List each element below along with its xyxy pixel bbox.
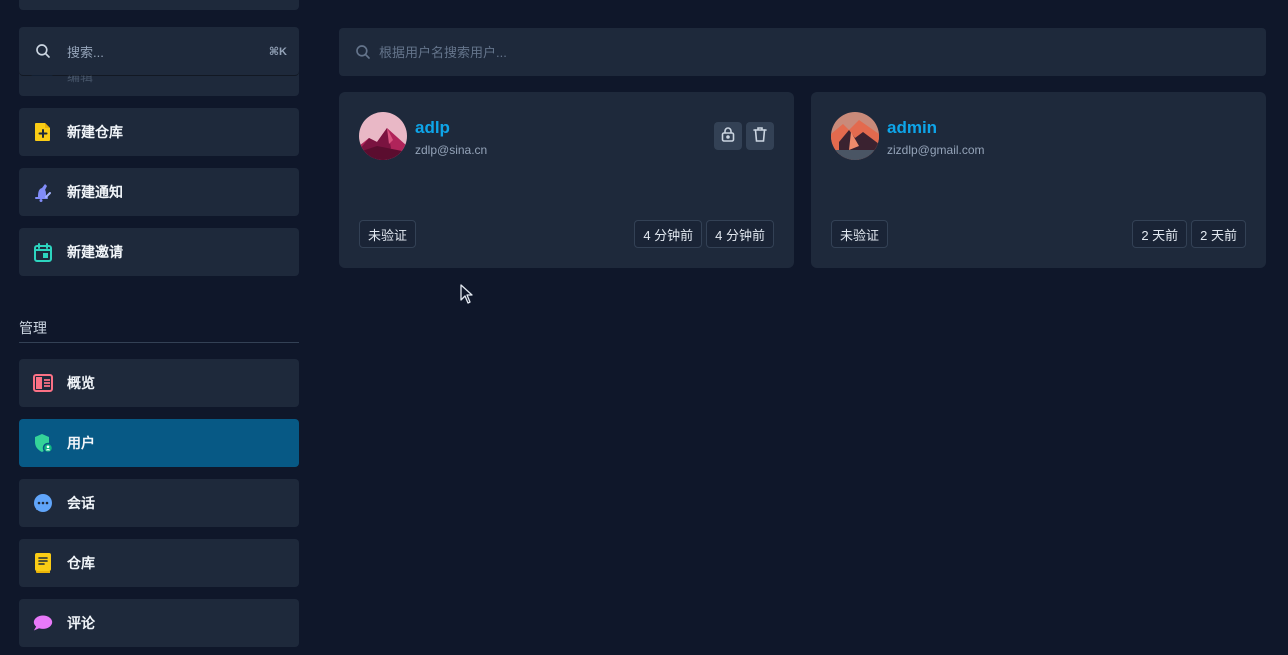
shortcut-hint: ⌘K: [268, 45, 287, 58]
created-time-badge: 4 分钟前: [634, 220, 703, 248]
file-plus-icon: [33, 122, 53, 142]
sidebar-item-label: 仓库: [67, 555, 95, 571]
layout-icon: [33, 373, 53, 393]
time-badges: 4 分钟前 4 分钟前: [634, 220, 774, 248]
sidebar-item-label: 概览: [67, 375, 95, 391]
chat-bubble-icon: [33, 493, 53, 513]
sidebar-item-overview[interactable]: 概览: [19, 359, 299, 407]
sidebar-search[interactable]: 搜索... ⌘K: [19, 27, 299, 75]
user-name[interactable]: admin: [887, 118, 937, 138]
user-email: zizdlp@gmail.com: [887, 143, 985, 157]
created-time-badge: 2 天前: [1132, 220, 1188, 248]
user-name[interactable]: adlp: [415, 118, 450, 138]
lock-icon: [720, 126, 736, 147]
new-notice-button[interactable]: 新建通知: [19, 168, 299, 216]
book-icon: [33, 553, 53, 573]
delete-button[interactable]: [746, 122, 774, 150]
avatar: [359, 112, 407, 160]
user-search-input[interactable]: [379, 44, 1239, 60]
user-email: zdlp@sina.cn: [415, 143, 488, 157]
bell-edit-icon: [33, 182, 53, 202]
sidebar-item-label: 会话: [67, 495, 95, 511]
status-badge: 未验证: [359, 220, 417, 248]
search-icon: [353, 42, 373, 62]
sidebar-item-sessions[interactable]: 会话: [19, 479, 299, 527]
user-actions: [714, 122, 774, 150]
user-card[interactable]: adlp zdlp@sina.cn 未验证 4 分钟前 4 分钟前: [339, 92, 794, 268]
new-invite-button[interactable]: 新建邀请: [19, 228, 299, 276]
new-repo-button[interactable]: 新建仓库: [19, 108, 299, 156]
sidebar-item-partial[interactable]: [19, 0, 299, 10]
shield-user-icon: [33, 433, 53, 453]
app: 编辑 搜索... ⌘K 新建仓库 新建通知 新建邀请 管理 概览 用户 会话 仓…: [0, 0, 1288, 655]
avatar: [831, 112, 879, 160]
sidebar-item-label: 评论: [67, 615, 95, 631]
time-badges: 2 天前 2 天前: [1132, 220, 1246, 248]
sidebar-item-users[interactable]: 用户: [19, 419, 299, 467]
comment-icon: [33, 613, 53, 633]
new-notice-label: 新建通知: [67, 184, 123, 200]
updated-time-badge: 4 分钟前: [706, 220, 774, 248]
sidebar-item-label: 用户: [67, 435, 95, 451]
user-search-bar: [339, 28, 1266, 76]
sidebar-search-placeholder: 搜索...: [67, 44, 104, 60]
sidebar-item-repos[interactable]: 仓库: [19, 539, 299, 587]
calendar-icon: [33, 242, 53, 262]
lock-button[interactable]: [714, 122, 742, 150]
mouse-cursor-icon: [460, 284, 474, 309]
sidebar: 编辑 搜索... ⌘K 新建仓库 新建通知 新建邀请 管理 概览 用户 会话 仓…: [19, 0, 299, 655]
new-repo-label: 新建仓库: [67, 124, 123, 140]
sidebar-item-comments[interactable]: 评论: [19, 599, 299, 647]
new-invite-label: 新建邀请: [67, 244, 123, 260]
trash-icon: [752, 126, 768, 147]
search-icon: [33, 41, 53, 61]
user-card[interactable]: admin zizdlp@gmail.com 未验证 2 天前 2 天前: [811, 92, 1266, 268]
status-badge: 未验证: [831, 220, 889, 248]
updated-time-badge: 2 天前: [1191, 220, 1246, 248]
section-title-admin: 管理: [19, 318, 299, 343]
